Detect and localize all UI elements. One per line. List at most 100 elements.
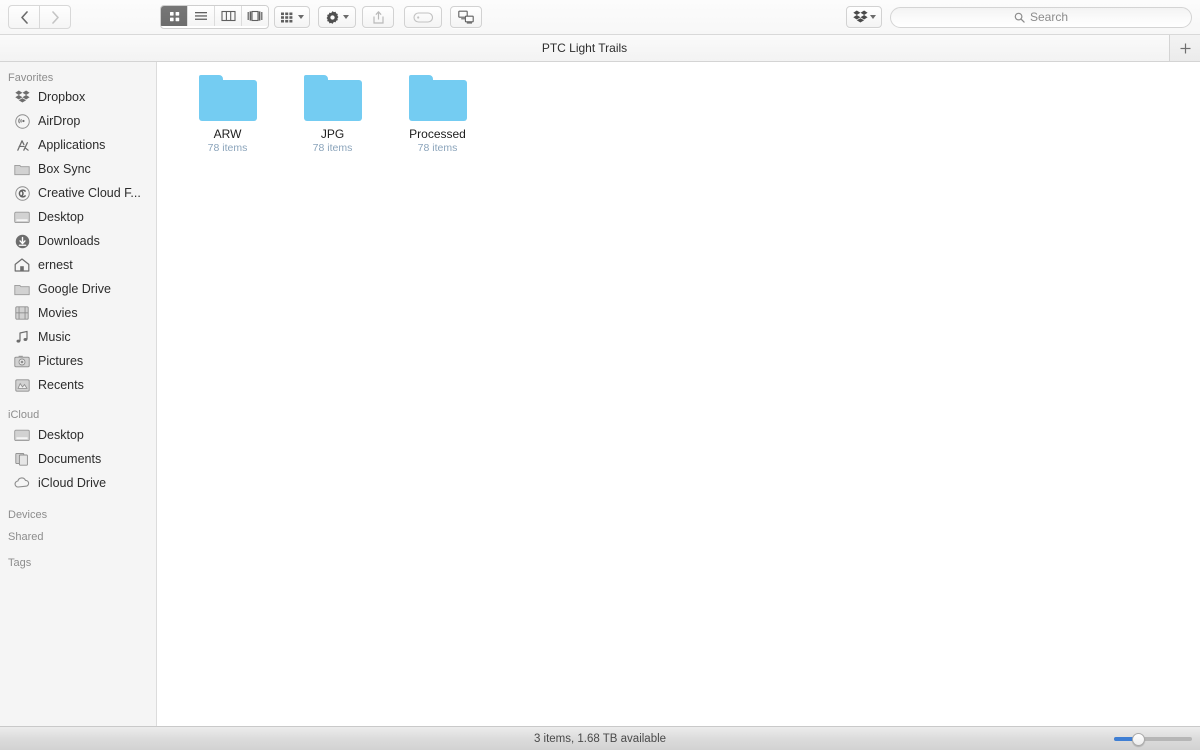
connect-button[interactable] xyxy=(450,6,482,28)
sidebar-item-ernest[interactable]: ernest xyxy=(0,253,156,277)
sidebar-item-label: iCloud Drive xyxy=(38,476,107,490)
navigation-buttons xyxy=(8,5,71,29)
dropbox-icon xyxy=(852,10,868,23)
file-subtitle: 78 items xyxy=(417,142,458,154)
new-tab-button[interactable] xyxy=(1170,35,1200,61)
sidebar-item-label: Creative Cloud F... xyxy=(38,186,141,200)
sidebar-section-icloud: iCloud xyxy=(8,409,40,421)
cloud-icon xyxy=(14,475,30,491)
sidebar-item-airdrop[interactable]: AirDrop xyxy=(0,109,156,133)
sidebar-item-downloads[interactable]: Downloads xyxy=(0,229,156,253)
folder-icon xyxy=(14,161,30,177)
status-text: 3 items, 1.68 TB available xyxy=(533,732,667,745)
status-bar: 3 items, 1.68 TB available xyxy=(0,726,1200,750)
list-view-button[interactable] xyxy=(188,6,215,26)
slider-knob[interactable] xyxy=(1132,732,1145,746)
folder-body xyxy=(408,80,467,121)
sidebar-item-recents[interactable]: Recents xyxy=(0,373,156,397)
sidebar-section-shared: Shared xyxy=(8,531,44,543)
forward-button[interactable] xyxy=(39,5,71,29)
sidebar-item-google-drive[interactable]: Google Drive xyxy=(0,277,156,301)
folder-icon xyxy=(198,75,257,121)
folder-icon xyxy=(14,281,30,297)
tab-bar: PTC Light Trails xyxy=(0,35,1200,62)
chevron-down-icon xyxy=(869,15,876,19)
sidebar-item-label: Movies xyxy=(38,306,78,320)
grid-icon xyxy=(169,11,179,21)
view-mode-segmented-control xyxy=(160,5,269,29)
file-browser-content[interactable]: ARW 78 items JPG 78 items Processed 78 i… xyxy=(157,62,1200,726)
sidebar-item-label: Applications xyxy=(38,138,106,152)
icon-grid: ARW 78 items JPG 78 items Processed 78 i… xyxy=(157,62,1200,155)
search-icon xyxy=(1014,12,1025,23)
sidebar-section-devices: Devices xyxy=(8,509,48,521)
file-name: ARW xyxy=(213,127,242,141)
gear-icon xyxy=(326,10,339,24)
sidebar-item-pictures[interactable]: Pictures xyxy=(0,349,156,373)
tag-button[interactable] xyxy=(404,6,442,28)
column-view-button[interactable] xyxy=(215,6,242,26)
share-button[interactable] xyxy=(362,6,394,28)
dropbox-menu-button[interactable] xyxy=(846,6,882,28)
share-icon xyxy=(372,10,384,24)
sidebar-item-movies[interactable]: Movies xyxy=(0,301,156,325)
file-item-jpg[interactable]: JPG 78 items xyxy=(280,72,385,155)
sidebar-item-label: Music xyxy=(38,330,71,344)
tag-icon xyxy=(413,11,433,23)
sidebar-item-label: Desktop xyxy=(38,428,84,442)
sidebar-item-applications[interactable]: Applications xyxy=(0,133,156,157)
search-field[interactable]: Search xyxy=(890,6,1192,28)
movies-icon xyxy=(14,305,30,321)
icon-view-button[interactable] xyxy=(161,6,188,26)
recents-icon xyxy=(14,377,30,393)
applications-icon xyxy=(14,137,30,153)
sidebar-item-documents[interactable]: Documents xyxy=(0,447,156,471)
sidebar-item-label: Google Drive xyxy=(38,282,111,296)
home-icon xyxy=(14,257,30,273)
list-icon xyxy=(195,12,207,20)
file-subtitle: 78 items xyxy=(312,142,353,154)
sidebar: Favorites Dropbox AirDrop Applications B… xyxy=(0,62,157,726)
sidebar-item-desktop[interactable]: Desktop xyxy=(0,205,156,229)
desktop-icon xyxy=(14,427,30,443)
sidebar-item-creative-cloud[interactable]: Creative Cloud F... xyxy=(0,181,156,205)
documents-icon xyxy=(14,451,30,467)
sidebar-item-label: Downloads xyxy=(38,234,100,248)
sidebar-item-label: Recents xyxy=(38,378,84,392)
chevron-right-icon xyxy=(51,10,59,24)
sidebar-item-label: Documents xyxy=(38,452,102,466)
plus-icon xyxy=(1180,43,1190,53)
tab-label: PTC Light Trails xyxy=(541,41,628,55)
sidebar-item-label: Pictures xyxy=(38,354,84,368)
sidebar-item-music[interactable]: Music xyxy=(0,325,156,349)
file-item-arw[interactable]: ARW 78 items xyxy=(175,72,280,155)
music-icon xyxy=(14,329,30,345)
action-menu-button[interactable] xyxy=(318,6,356,28)
sidebar-item-dropbox[interactable]: Dropbox xyxy=(0,85,156,109)
sidebar-item-icloud-drive[interactable]: iCloud Drive xyxy=(0,471,156,495)
dropbox-icon xyxy=(14,89,30,105)
chevron-left-icon xyxy=(20,10,28,24)
gallery-icon xyxy=(247,10,263,22)
file-name: Processed xyxy=(409,127,466,141)
back-button[interactable] xyxy=(8,5,39,29)
airdrop-icon xyxy=(14,113,30,129)
sidebar-item-label: ernest xyxy=(38,258,73,272)
pictures-icon xyxy=(14,353,30,369)
icon-size-slider[interactable] xyxy=(1114,732,1192,746)
sidebar-item-box-sync[interactable]: Box Sync xyxy=(0,157,156,181)
gallery-view-button[interactable] xyxy=(242,6,268,26)
sidebar-item-icloud-desktop[interactable]: Desktop xyxy=(0,423,156,447)
file-name: JPG xyxy=(320,127,345,141)
sidebar-section-tags: Tags xyxy=(8,557,32,569)
desktop-icon xyxy=(14,209,30,225)
sidebar-item-label: Box Sync xyxy=(38,162,91,176)
folder-body xyxy=(198,80,257,121)
tab-ptc-light-trails[interactable]: PTC Light Trails xyxy=(0,35,1170,61)
arrange-button[interactable] xyxy=(274,6,310,28)
search-input[interactable]: Search xyxy=(1030,10,1068,24)
toolbar: Search xyxy=(0,0,1200,35)
columns-icon xyxy=(220,10,236,22)
chevron-down-icon xyxy=(298,15,304,19)
file-item-processed[interactable]: Processed 78 items xyxy=(385,72,490,155)
